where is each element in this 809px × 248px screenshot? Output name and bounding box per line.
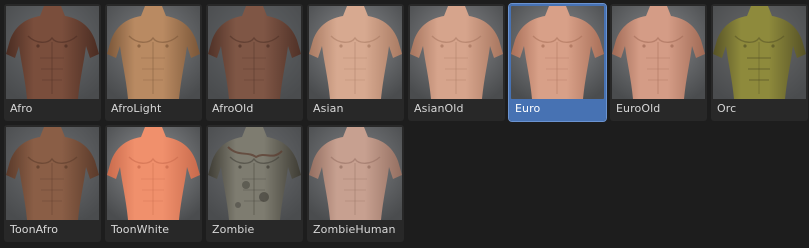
asset-label: ZombieHuman <box>313 223 396 236</box>
asset-tile-asian[interactable]: Asian <box>307 4 404 121</box>
asset-grid: Afro AfroLight AfroOld Asian AsianOld Eu… <box>4 3 808 242</box>
asset-label: Euro <box>515 102 541 115</box>
asset-label: Afro <box>10 102 33 115</box>
asset-tile-toonafro[interactable]: ToonAfro <box>4 125 101 242</box>
asset-thumbnail <box>309 127 402 220</box>
asset-thumbnail <box>208 127 301 220</box>
asset-thumbnail <box>511 6 604 99</box>
skin-preview-render <box>208 6 301 99</box>
skin-preview-render <box>107 6 200 99</box>
asset-tile-asianold[interactable]: AsianOld <box>408 4 505 121</box>
asset-label: EuroOld <box>616 102 661 115</box>
asset-tile-toonwhite[interactable]: ToonWhite <box>105 125 202 242</box>
asset-tile-euroold[interactable]: EuroOld <box>610 4 707 121</box>
asset-thumbnail <box>107 6 200 99</box>
asset-thumbnail <box>713 6 806 99</box>
asset-label: ToonAfro <box>10 223 59 236</box>
asset-thumbnail <box>6 6 99 99</box>
skin-preview-render <box>309 6 402 99</box>
asset-label: Asian <box>313 102 344 115</box>
skin-preview-render <box>612 6 705 99</box>
asset-thumbnail <box>612 6 705 99</box>
asset-thumbnail <box>6 127 99 220</box>
asset-label: Orc <box>717 102 737 115</box>
skin-preview-render <box>309 127 402 220</box>
asset-thumbnail <box>107 127 200 220</box>
asset-label: ToonWhite <box>111 223 170 236</box>
asset-label: AfroLight <box>111 102 162 115</box>
asset-tile-zombie[interactable]: Zombie <box>206 125 303 242</box>
asset-tile-afrolight[interactable]: AfroLight <box>105 4 202 121</box>
skin-preview-render <box>713 6 806 99</box>
skin-preview-render <box>6 6 99 99</box>
skin-preview-render <box>107 127 200 220</box>
asset-label: AsianOld <box>414 102 464 115</box>
asset-tile-afroold[interactable]: AfroOld <box>206 4 303 121</box>
asset-tile-orc[interactable]: Orc <box>711 4 808 121</box>
asset-thumbnail <box>309 6 402 99</box>
asset-tile-zombiehuman[interactable]: ZombieHuman <box>307 125 404 242</box>
skin-preview-render <box>6 127 99 220</box>
skin-preview-render <box>511 6 604 99</box>
skin-preview-render <box>208 127 301 220</box>
asset-tile-afro[interactable]: Afro <box>4 4 101 121</box>
asset-tile-euro[interactable]: Euro <box>508 3 607 122</box>
skin-preview-render <box>410 6 503 99</box>
asset-thumbnail <box>410 6 503 99</box>
asset-label: AfroOld <box>212 102 254 115</box>
asset-thumbnail <box>208 6 301 99</box>
asset-label: Zombie <box>212 223 255 236</box>
